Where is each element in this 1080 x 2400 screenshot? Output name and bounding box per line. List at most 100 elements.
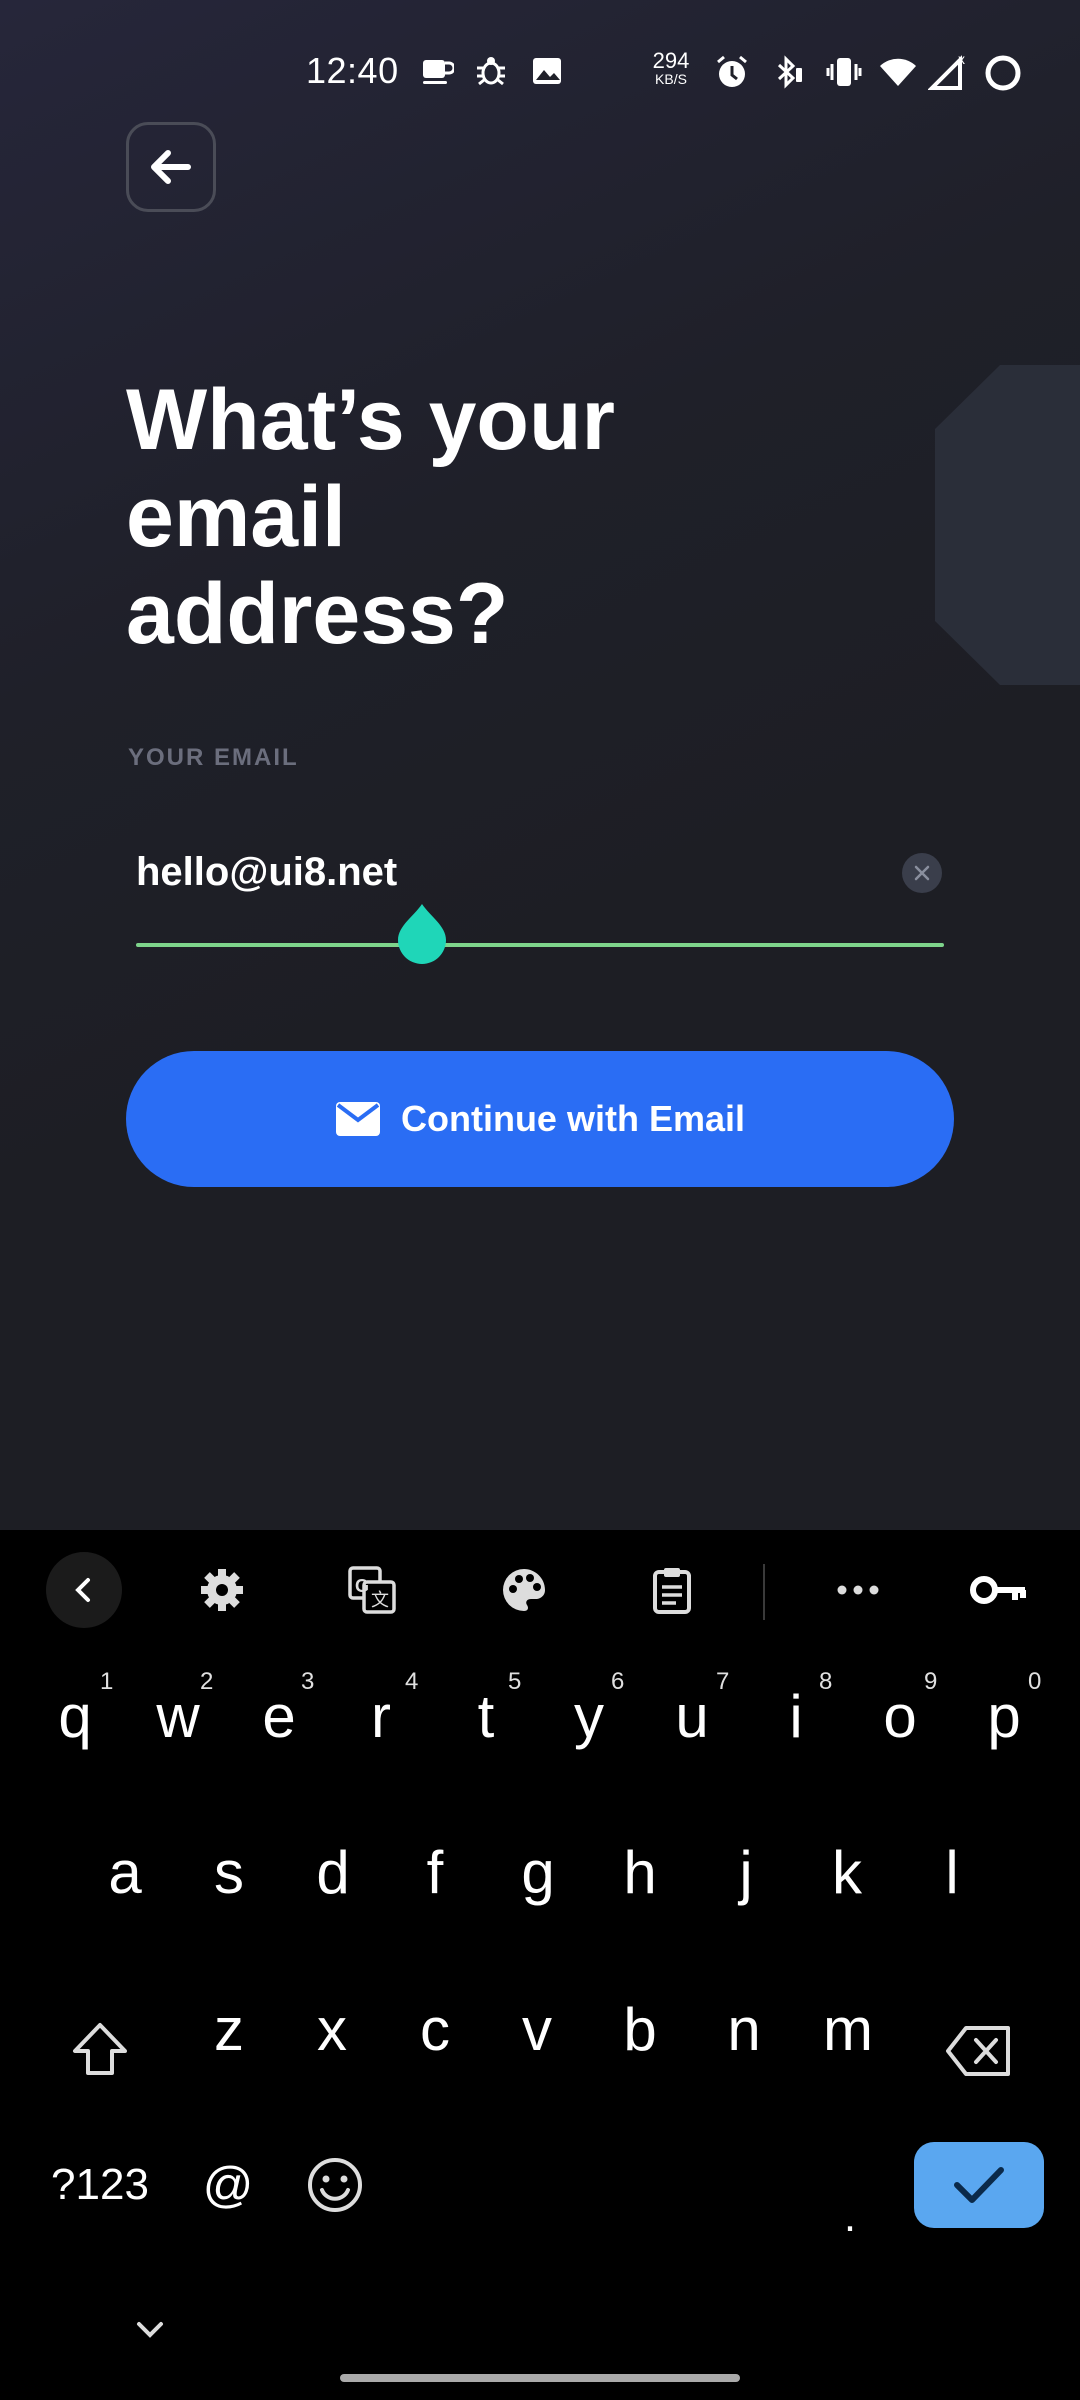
status-bar: 12:40 294 KB/S x bbox=[0, 0, 1080, 140]
net-speed: 294 KB/S bbox=[648, 50, 694, 88]
key-label: e bbox=[262, 1683, 296, 1750]
page-title: What’s your email address? bbox=[126, 372, 615, 662]
key-label: d bbox=[316, 1839, 350, 1906]
keyboard-translate-button[interactable]: G 文 bbox=[342, 1560, 402, 1620]
alarm-icon bbox=[717, 55, 747, 87]
key-v[interactable]: v bbox=[487, 1965, 587, 2095]
key-label: u bbox=[675, 1683, 709, 1750]
svg-text:G: G bbox=[355, 1576, 369, 1596]
period-key[interactable]: . bbox=[820, 2142, 880, 2242]
key-label: k bbox=[832, 1839, 862, 1906]
space-key[interactable] bbox=[400, 2142, 800, 2228]
on-screen-keyboard: G 文 q w e r t y u i o p 1 2 3 4 5 6 7 8 … bbox=[0, 1530, 1080, 2400]
more-icon bbox=[837, 1585, 879, 1595]
key-label: r bbox=[371, 1683, 391, 1750]
key-f[interactable]: f bbox=[385, 1808, 485, 1938]
vibrate-icon bbox=[826, 58, 862, 86]
key-a[interactable]: a bbox=[75, 1808, 175, 1938]
emoji-key[interactable] bbox=[292, 2142, 378, 2228]
key-hint: 8 bbox=[819, 1668, 833, 1695]
keyboard-theme-button[interactable] bbox=[494, 1560, 554, 1620]
shift-icon bbox=[73, 2023, 127, 2075]
key-label: h bbox=[623, 1839, 657, 1906]
key-x[interactable]: x bbox=[282, 1965, 382, 2095]
arrow-left-icon bbox=[151, 150, 191, 184]
translate-icon: G 文 bbox=[348, 1566, 396, 1614]
back-button[interactable] bbox=[126, 122, 216, 212]
key-hint: 6 bbox=[611, 1668, 625, 1695]
key-n[interactable]: n bbox=[694, 1965, 794, 2095]
keyboard-more-button[interactable] bbox=[828, 1560, 888, 1620]
key-c[interactable]: c bbox=[385, 1965, 485, 2095]
coffee-icon bbox=[423, 60, 454, 84]
key-hint: 5 bbox=[508, 1668, 522, 1695]
key-label: l bbox=[945, 1839, 959, 1906]
svg-text:文: 文 bbox=[371, 1590, 389, 1610]
text-cursor-handle[interactable] bbox=[394, 902, 450, 966]
keyboard-clipboard-button[interactable] bbox=[642, 1560, 702, 1620]
gear-icon bbox=[201, 1569, 243, 1611]
mail-icon bbox=[335, 1102, 380, 1136]
battery-ring-icon bbox=[985, 55, 1021, 91]
key-g[interactable]: g bbox=[488, 1808, 588, 1938]
clipboard-icon bbox=[653, 1568, 691, 1614]
key-label: z bbox=[214, 1996, 244, 2063]
email-field-label: YOUR EMAIL bbox=[128, 744, 299, 771]
key-s[interactable]: s bbox=[179, 1808, 279, 1938]
svg-text:x: x bbox=[958, 54, 965, 67]
key-j[interactable]: j bbox=[696, 1808, 796, 1938]
key-b[interactable]: b bbox=[590, 1965, 690, 2095]
key-d[interactable]: d bbox=[283, 1808, 383, 1938]
home-indicator[interactable] bbox=[340, 2374, 740, 2382]
key-label: g bbox=[521, 1839, 555, 1906]
status-time: 12:40 bbox=[306, 50, 399, 91]
clear-input-button[interactable] bbox=[902, 853, 942, 893]
key-hint: 4 bbox=[405, 1668, 419, 1695]
hide-keyboard-button[interactable] bbox=[124, 2310, 176, 2350]
key-label: a bbox=[108, 1839, 142, 1906]
key-hint: 1 bbox=[100, 1668, 114, 1695]
key-label: c bbox=[420, 1996, 450, 2063]
key-label: m bbox=[823, 1996, 873, 2063]
toolbar-divider bbox=[763, 1564, 765, 1620]
key-hint: 3 bbox=[301, 1668, 315, 1695]
key-label: f bbox=[426, 1839, 444, 1906]
emoji-icon bbox=[308, 2158, 362, 2212]
keyboard-collapse-button[interactable] bbox=[46, 1552, 122, 1628]
key-label: x bbox=[317, 1996, 347, 2063]
shift-key[interactable] bbox=[60, 2010, 140, 2090]
enter-key[interactable] bbox=[914, 2142, 1044, 2228]
key-label: q bbox=[58, 1683, 92, 1750]
image-icon bbox=[533, 58, 561, 84]
palette-icon bbox=[503, 1569, 546, 1611]
backspace-key[interactable] bbox=[936, 2008, 1022, 2094]
app-screen: 12:40 294 KB/S x What’s your email addre… bbox=[0, 0, 1080, 1530]
close-icon bbox=[914, 865, 930, 881]
key-h[interactable]: h bbox=[590, 1808, 690, 1938]
keyboard-settings-button[interactable] bbox=[192, 1560, 252, 1620]
symbols-key[interactable]: ?123 bbox=[40, 2142, 160, 2228]
key-hint: 7 bbox=[716, 1668, 730, 1695]
key-hint: 0 bbox=[1028, 1668, 1042, 1695]
key-label: b bbox=[623, 1996, 657, 2063]
key-label: n bbox=[727, 1996, 761, 2063]
email-field[interactable]: hello@ui8.net bbox=[136, 850, 397, 895]
at-key[interactable]: @ bbox=[188, 2142, 268, 2228]
bluetooth-icon bbox=[777, 55, 802, 89]
key-m[interactable]: m bbox=[798, 1965, 898, 2095]
key-l[interactable]: l bbox=[902, 1808, 1002, 1938]
check-icon bbox=[954, 2167, 1004, 2203]
key-k[interactable]: k bbox=[797, 1808, 897, 1938]
key-label: t bbox=[477, 1683, 495, 1750]
continue-with-email-button[interactable]: Continue with Email bbox=[126, 1051, 954, 1187]
key-icon bbox=[970, 1576, 1026, 1604]
key-hint: 9 bbox=[924, 1668, 938, 1695]
key-hint: 2 bbox=[200, 1668, 214, 1695]
continue-button-label: Continue with Email bbox=[400, 1098, 745, 1139]
key-z[interactable]: z bbox=[179, 1965, 279, 2095]
wifi-icon bbox=[880, 58, 916, 86]
keyboard-password-button[interactable] bbox=[970, 1560, 1030, 1620]
signal-icon: x bbox=[928, 54, 965, 90]
key-label: v bbox=[522, 1996, 552, 2063]
keyboard-toolbar: G 文 bbox=[0, 1530, 1080, 1650]
